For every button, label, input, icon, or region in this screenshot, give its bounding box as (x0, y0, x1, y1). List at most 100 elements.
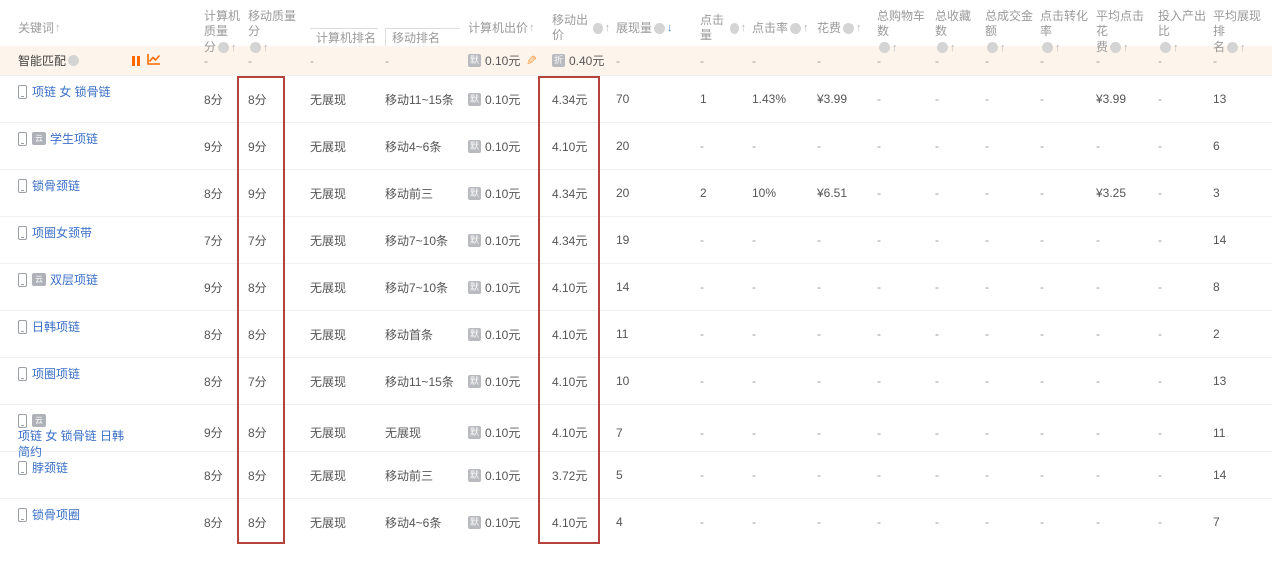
table-row: 云项链 女 锁骨链 日韩 简约9分8分无展现无展现默0.10元4.10元7---… (0, 404, 1272, 451)
cell-pc-score: 8分 (196, 499, 240, 545)
cell-mobile-score: 9分 (240, 123, 300, 169)
cell-mobile-bid: 4.10元 (544, 499, 610, 545)
cell-avg-rank: 7 (1206, 499, 1272, 545)
cell-pc-rank: 无展现 (300, 217, 378, 263)
cell-pc-bid: 默0.10元 (460, 358, 544, 404)
cell-value: 无展现 (310, 514, 346, 531)
info-icon[interactable] (730, 23, 739, 34)
cell-gmv: - (978, 264, 1034, 310)
keyword-link[interactable]: 双层项链 (50, 272, 98, 288)
cell-cvr: - (1034, 358, 1090, 404)
cell-impressions: 10 (610, 358, 692, 404)
cell-value: 14 (616, 280, 629, 294)
cell-value: - (817, 280, 821, 294)
default-bid-badge-icon: 默 (468, 54, 481, 67)
pc-bid-value: 0.10元 (485, 52, 520, 69)
cell-mobile-rank: 移动4~6条 (378, 499, 460, 545)
cell-value: - (817, 374, 821, 388)
keyword-link[interactable]: 锁骨颈链 (32, 178, 80, 194)
cell-mobile-bid: 4.34元 (544, 217, 610, 263)
cell-ctr: - (746, 358, 810, 404)
cell-cost: - (810, 311, 870, 357)
cell-keyword: 脖颈链 (0, 452, 196, 498)
col-header-label: 投入产出比 (1158, 9, 1206, 39)
cell-value: - (1158, 468, 1162, 482)
cell-clicks: 1 (692, 76, 746, 122)
sort-asc-icon[interactable]: ↑ (55, 21, 61, 36)
cell-value: - (935, 468, 939, 482)
smart-match-cell: - (978, 46, 1034, 75)
keyword-link[interactable]: 锁骨项圈 (32, 507, 80, 523)
cell-avg-rank: 8 (1206, 264, 1272, 310)
cell-value: 0.10元 (485, 232, 520, 249)
cell-clicks: - (692, 123, 746, 169)
col-header-label: 平均展现排 (1213, 9, 1272, 39)
cell-mobile-bid: 4.10元 (544, 358, 610, 404)
table-row: 项链 女 锁骨链8分8分无展现移动11~15条默0.10元4.34元7011.4… (0, 75, 1272, 122)
cell-value: 14 (1213, 468, 1226, 482)
cell-value: 无展现 (385, 424, 421, 441)
cell-favorites: - (928, 123, 978, 169)
info-icon[interactable] (593, 23, 602, 34)
cell-value: 无展现 (310, 91, 346, 108)
cell-cvr: - (1034, 123, 1090, 169)
cell-pc-bid: 默0.10元 (460, 170, 544, 216)
cell-mobile-score: 8分 (240, 499, 300, 545)
cell-value: 无展现 (310, 424, 346, 441)
cell-pc-bid: 默0.10元 (460, 499, 544, 545)
pause-icon[interactable] (132, 56, 140, 66)
sort-asc-icon[interactable]: ↑ (803, 21, 809, 36)
cell-clicks: - (692, 358, 746, 404)
cell-ctr: - (746, 264, 810, 310)
info-icon[interactable] (790, 23, 801, 34)
cell-value: - (1096, 515, 1100, 529)
cell-ctr: 10% (746, 170, 810, 216)
cell-value: - (1040, 280, 1044, 294)
cell-value: - (1158, 426, 1162, 440)
trend-chart-icon[interactable] (147, 53, 161, 69)
keyword-link[interactable]: 日韩项链 (32, 319, 80, 335)
cell-value: - (935, 515, 939, 529)
cell-mobile-score: 8分 (240, 264, 300, 310)
cell-value: 4.10元 (552, 514, 587, 531)
sort-asc-icon[interactable]: ↑ (529, 21, 535, 36)
cell-cost: - (810, 452, 870, 498)
cell-value: 7 (1213, 515, 1220, 529)
mobile-phone-icon (18, 367, 27, 381)
smart-match-cell: - (378, 46, 460, 75)
sort-asc-icon[interactable]: ↑ (856, 21, 862, 36)
cell-value: - (1158, 92, 1162, 106)
col-header-label: 总收藏数 (935, 9, 978, 39)
cell-value: 13 (1213, 92, 1226, 106)
info-icon[interactable] (68, 55, 79, 66)
cell-value: - (877, 280, 881, 294)
sort-desc-icon[interactable]: ↓ (667, 21, 673, 36)
info-icon[interactable] (654, 23, 665, 34)
cell-value: - (985, 426, 989, 440)
edit-bid-icon[interactable]: ✎ (526, 53, 537, 69)
col-header-label: 总成交金额 (985, 9, 1034, 39)
cell-value: - (935, 374, 939, 388)
cell-value: - (985, 280, 989, 294)
keyword-link[interactable]: 项圈女颈带 (32, 225, 92, 241)
smart-match-cell: - (1206, 46, 1272, 75)
keyword-link[interactable]: 项圈项链 (32, 366, 80, 382)
cell-value: - (1158, 327, 1162, 341)
info-icon[interactable] (843, 23, 854, 34)
cell-value: 移动前三 (385, 467, 433, 484)
cell-value: 8分 (204, 91, 223, 108)
cell-gmv: - (978, 311, 1034, 357)
cell-ctr: - (746, 123, 810, 169)
keyword-link[interactable]: 脖颈链 (32, 460, 68, 476)
cell-value: - (935, 233, 939, 247)
keyword-link[interactable]: 学生项链 (50, 131, 98, 147)
cell-value: 4.34元 (552, 91, 587, 108)
cell-value: 6 (1213, 139, 1220, 153)
cell-value: 2 (1213, 327, 1220, 341)
table-row: 云学生项链9分9分无展现移动4~6条默0.10元4.10元20---------… (0, 122, 1272, 169)
smart-match-label: 智能匹配 (18, 52, 66, 69)
cell-value: 8分 (204, 326, 223, 343)
smart-match-cell-keyword: 智能匹配 (0, 46, 196, 75)
keyword-link[interactable]: 项链 女 锁骨链 (32, 84, 111, 100)
cell-cvr: - (1034, 264, 1090, 310)
